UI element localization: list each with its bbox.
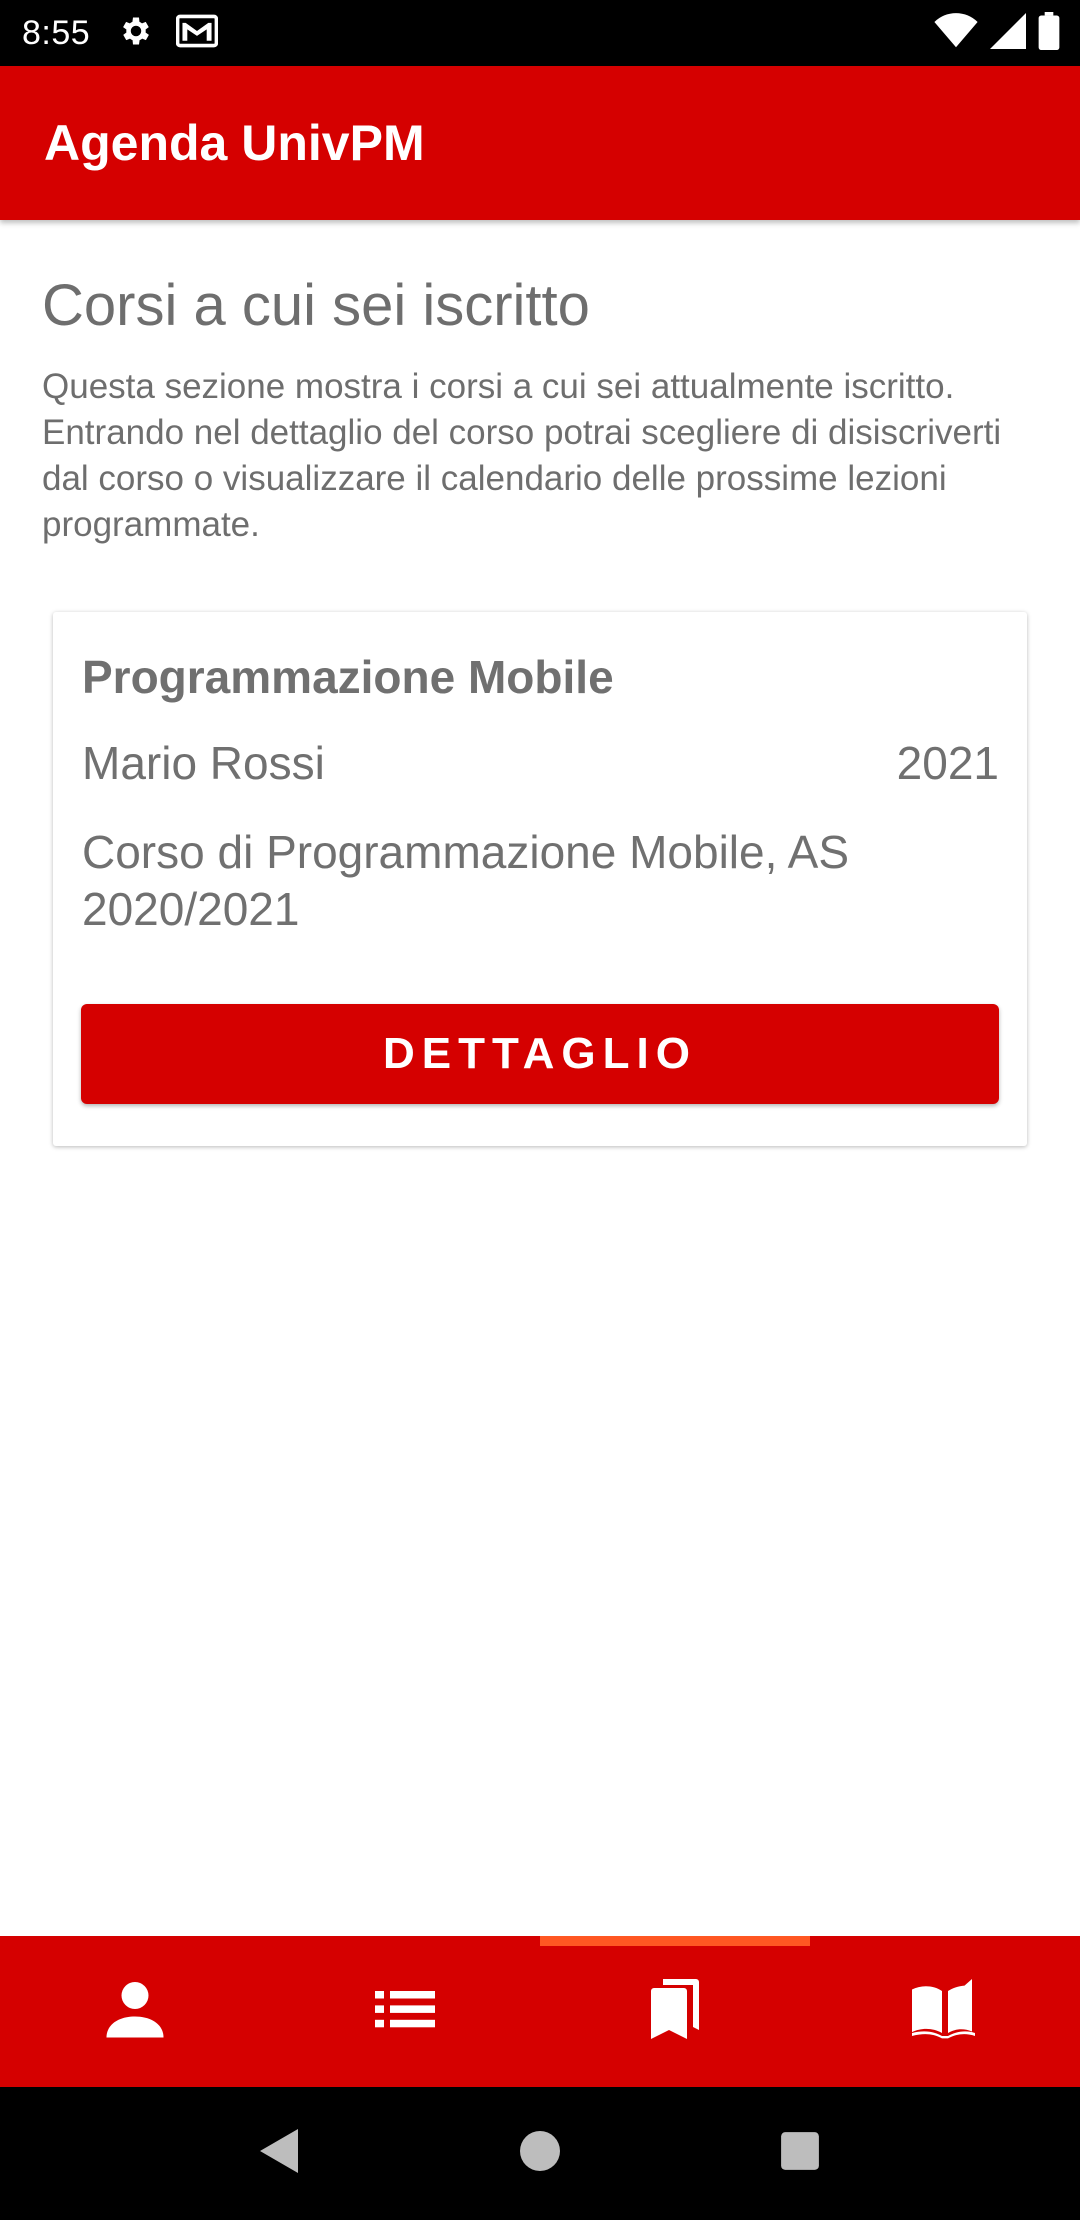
bottom-navigation [0, 1936, 1080, 2087]
status-right-icons [934, 0, 1060, 66]
gmail-icon [176, 14, 219, 53]
screen: 8:55 Agenda UnivPM Corsi a cui sei iscri… [0, 0, 1080, 2220]
home-button[interactable] [500, 2114, 580, 2194]
battery-icon [1038, 11, 1060, 55]
section-title: Corsi a cui sei iscritto [42, 273, 590, 338]
nav-item-book[interactable] [810, 1936, 1080, 2087]
course-description: Corso di Programmazione Mobile, AS 2020/… [82, 826, 849, 935]
settings-icon [118, 13, 154, 54]
course-title: Programmazione Mobile [82, 651, 614, 703]
list-icon [369, 1973, 441, 2050]
home-icon [518, 2129, 562, 2178]
status-time: 8:55 [22, 13, 91, 52]
nav-item-list[interactable] [270, 1936, 540, 2087]
nav-item-bookmarks[interactable] [540, 1936, 810, 2087]
signal-icon [990, 12, 1026, 54]
course-card: Programmazione Mobile Mario Rossi 2021 C… [53, 612, 1027, 1146]
wifi-icon [934, 12, 978, 54]
system-navigation-bar [0, 2087, 1080, 2220]
bookmarks-icon [639, 1973, 711, 2050]
selected-tab-indicator [540, 1936, 810, 1946]
app-bar: Agenda UnivPM [0, 66, 1080, 220]
course-year: 2021 [896, 737, 999, 789]
detail-button[interactable]: DETTAGLIO [81, 1004, 999, 1104]
status-left-icons [118, 13, 219, 54]
course-teacher: Mario Rossi [82, 737, 325, 789]
status-bar: 8:55 [0, 0, 1080, 66]
back-button[interactable] [240, 2114, 320, 2194]
recents-button[interactable] [760, 2114, 840, 2194]
back-icon [258, 2127, 302, 2180]
section-description: Questa sezione mostra i corsi a cui sei … [42, 367, 1002, 544]
app-title: Agenda UnivPM [44, 115, 425, 171]
nav-item-profile[interactable] [0, 1936, 270, 2087]
recents-icon [779, 2130, 821, 2177]
person-icon [99, 1973, 171, 2050]
book-open-icon [909, 1973, 981, 2050]
